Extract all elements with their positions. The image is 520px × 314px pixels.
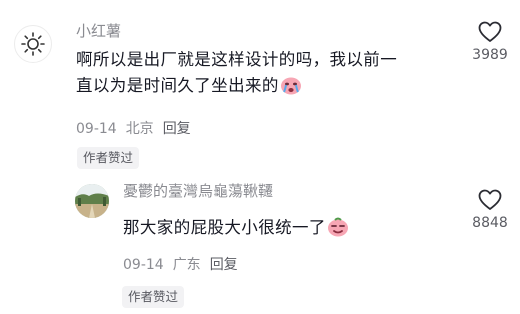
comment-text-line-2: 直以为是时间久了坐出来的 [76, 73, 466, 103]
comment-location: 北京 [125, 121, 154, 137]
comment-text-line-1: 啊所以是出厂就是这样设计的吗，我以前一 [76, 50, 398, 69]
reply-reply-button[interactable]: 回复 [210, 257, 238, 273]
like-count: 3989 [472, 47, 508, 63]
reply-date: 09-14 [123, 257, 164, 273]
crying-face-emoji-icon [280, 75, 302, 103]
author-liked-badge: 作者赞过 [77, 147, 140, 169]
reply-heart-icon [478, 189, 502, 210]
reply-meta: 09-14 广东 回复 [123, 254, 247, 274]
reply-author-liked-badge: 作者赞过 [122, 286, 185, 308]
replier-name[interactable]: 憂鬱的臺灣烏龜蕩鞦韆 [123, 180, 273, 201]
replier-avatar[interactable] [75, 184, 109, 218]
comment-text-line-2-text: 直以为是时间久了坐出来的 [76, 76, 279, 95]
comment-date: 09-14 [76, 121, 117, 137]
reply-text: 那大家的屁股大小很统一了 [123, 215, 349, 245]
smirk-face-emoji-icon [327, 217, 349, 245]
sun-icon [21, 32, 45, 56]
heart-icon [478, 21, 502, 42]
commenter-name[interactable]: 小红薯 [76, 20, 121, 41]
reply-like-button[interactable]: 8848 [462, 189, 518, 231]
like-button[interactable]: 3989 [462, 21, 518, 63]
comment-text: 啊所以是出厂就是这样设计的吗，我以前一 直以为是时间久了坐出来的 [76, 47, 466, 103]
landscape-photo-avatar-icon [75, 184, 109, 218]
commenter-avatar[interactable] [14, 25, 52, 63]
reply-text-content: 那大家的屁股大小很统一了 [123, 218, 326, 237]
comment-meta: 09-14 北京 回复 [76, 118, 200, 138]
reply-like-count: 8848 [472, 215, 508, 231]
reply-button[interactable]: 回复 [163, 121, 191, 137]
reply-location: 广东 [172, 257, 201, 273]
